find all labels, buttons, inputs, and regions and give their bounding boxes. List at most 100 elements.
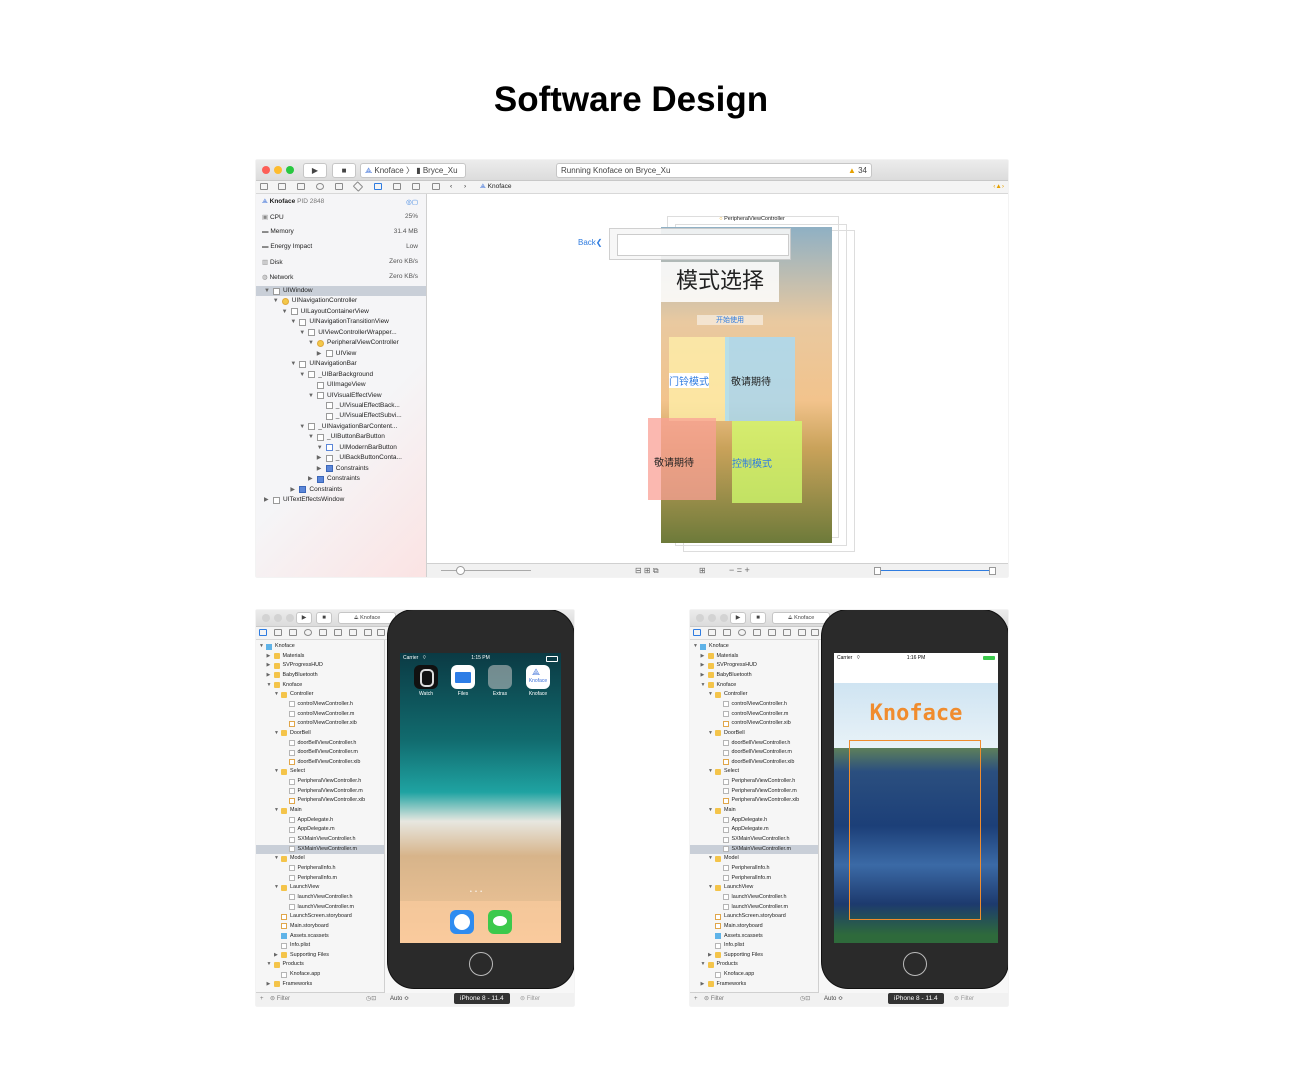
watch-app-icon[interactable] <box>414 665 438 689</box>
hierarchy-row[interactable]: ▼ _UIModernBarButton <box>256 443 426 453</box>
source-control-icon[interactable] <box>274 629 282 636</box>
gauge-disk[interactable]: ▥ Disk Zero KB/s <box>262 258 418 272</box>
gauge-network[interactable]: ◍ Network Zero KB/s <box>262 273 418 287</box>
hierarchy-row[interactable]: _UIVisualEffectBack... <box>256 401 426 411</box>
disclosure-triangle-icon[interactable]: ▼ <box>317 443 323 453</box>
hierarchy-row[interactable]: ▼ _UIButtonBarButton <box>256 432 426 442</box>
warning-badge[interactable]: ▲ 34 <box>848 164 867 177</box>
add-icon[interactable]: + <box>260 993 264 1006</box>
disclosure-triangle-icon[interactable]: ▼ <box>308 432 314 442</box>
zoom-window-button[interactable] <box>286 166 294 174</box>
folder-icon[interactable] <box>693 629 701 636</box>
file-row[interactable]: PeripheralViewController.m <box>690 787 818 796</box>
disclosure-triangle-icon[interactable]: ▼ <box>274 883 279 892</box>
hierarchy-row[interactable]: ▼ UIWindow <box>256 286 426 296</box>
scheme-selector[interactable]: ⟁ Knoface <box>772 612 830 624</box>
start-button[interactable]: 开始使用 <box>697 315 763 325</box>
run-button[interactable]: ▶ <box>730 612 746 624</box>
search-icon[interactable] <box>316 183 324 190</box>
coming-soon-tile[interactable]: 敬请期待 <box>648 418 716 500</box>
file-row[interactable]: LaunchScreen.storyboard <box>690 912 818 921</box>
test-icon[interactable] <box>768 629 776 636</box>
disclosure-triangle-icon[interactable]: ▼ <box>299 328 305 338</box>
scheme-selector[interactable]: ⟁ Knoface <box>338 612 396 624</box>
file-row[interactable]: controlViewController.h <box>690 700 818 709</box>
recent-filter-icon[interactable]: ◷⊡ <box>366 993 376 1006</box>
file-row[interactable]: ▼ DoorBell <box>256 729 384 738</box>
debug-icon[interactable] <box>783 629 791 636</box>
file-row[interactable]: doorBellViewController.xib <box>690 758 818 767</box>
file-row[interactable]: controlViewController.xib <box>690 719 818 728</box>
hierarchy-row[interactable]: ▶ Constraints <box>256 474 426 484</box>
file-row[interactable]: ▼ Controller <box>256 690 384 699</box>
add-icon[interactable]: + <box>694 993 698 1006</box>
forward-arrow-icon[interactable]: › <box>464 181 466 193</box>
file-row[interactable]: ▶ Supporting Files <box>690 951 818 960</box>
hierarchy-row[interactable]: ▼ PeripheralViewController <box>256 338 426 348</box>
file-row[interactable]: LaunchScreen.storyboard <box>256 912 384 921</box>
disclosure-triangle-icon[interactable]: ▼ <box>273 296 279 306</box>
hierarchy-row[interactable]: ▼ UINavigationBar <box>256 359 426 369</box>
file-row[interactable]: PeripheralViewController.xib <box>256 796 384 805</box>
disclosure-triangle-icon[interactable]: ▼ <box>701 960 706 969</box>
close-window-button[interactable] <box>262 166 270 174</box>
file-row[interactable]: launchViewController.m <box>256 903 384 912</box>
auto-selector[interactable]: Auto ≎ <box>390 993 409 1006</box>
hierarchy-row[interactable]: ▼ UINavigationController <box>256 296 426 306</box>
disclosure-triangle-icon[interactable]: ▶ <box>317 464 322 474</box>
debug-icon[interactable] <box>349 629 357 636</box>
file-row[interactable]: PeripheralInfo.m <box>690 874 818 883</box>
disclosure-triangle-icon[interactable]: ▼ <box>274 767 279 776</box>
file-row[interactable]: ▼ Main <box>256 806 384 815</box>
hierarchy-row[interactable]: ▶ Constraints <box>256 485 426 495</box>
gauge-memory[interactable]: ▬ Memory 31.4 MB <box>262 228 418 242</box>
home-screen[interactable]: Carrier ⌔ 1:15 PM Watch Files Extras ⟁ K… <box>400 653 561 943</box>
breakpoint-icon[interactable] <box>798 629 806 636</box>
safari-app-icon[interactable] <box>450 910 474 934</box>
search-icon[interactable] <box>738 629 746 636</box>
disclosure-triangle-icon[interactable]: ▶ <box>701 671 705 680</box>
debug-icon[interactable] <box>374 183 382 190</box>
disclosure-triangle-icon[interactable]: ▼ <box>259 642 264 651</box>
file-row[interactable]: SXMainViewController.h <box>690 835 818 844</box>
hierarchy-row[interactable]: ▼ _UINavigationBarContent... <box>256 422 426 432</box>
disclosure-triangle-icon[interactable]: ▶ <box>267 671 271 680</box>
file-row[interactable]: AppDelegate.h <box>690 816 818 825</box>
hierarchy-row[interactable]: ▼ UILayoutContainerView <box>256 307 426 317</box>
file-row[interactable]: ▼ Main <box>690 806 818 815</box>
run-button[interactable]: ▶ <box>296 612 312 624</box>
disclosure-triangle-icon[interactable]: ▼ <box>267 960 272 969</box>
process-row[interactable]: ⟁ Knoface PID 2848 ◎▢ <box>262 198 418 212</box>
file-row[interactable]: ▶ Frameworks <box>256 980 384 989</box>
folder-icon[interactable] <box>260 183 268 190</box>
file-row[interactable]: controlViewController.m <box>690 710 818 719</box>
file-row[interactable]: PeripheralViewController.h <box>690 777 818 786</box>
gauge-energy[interactable]: ▬ Energy Impact Low <box>262 243 418 257</box>
file-row[interactable]: PeripheralInfo.h <box>690 864 818 873</box>
disclosure-triangle-icon[interactable]: ▼ <box>267 681 272 690</box>
file-row[interactable]: ▶ Materials <box>690 652 818 661</box>
symbol-icon[interactable] <box>723 629 731 636</box>
filter-field-right[interactable]: ⊜ Filter <box>520 995 540 1002</box>
folder-icon[interactable] <box>259 629 267 636</box>
disclosure-triangle-icon[interactable]: ▼ <box>274 690 279 699</box>
stop-button[interactable]: ■ <box>316 612 332 624</box>
spacing-slider[interactable] <box>441 570 531 571</box>
file-row[interactable]: SXMainViewController.h <box>256 835 384 844</box>
file-row[interactable]: ▼ Products <box>256 960 384 969</box>
issue-icon[interactable] <box>753 629 761 636</box>
extras-folder-icon[interactable] <box>488 665 512 689</box>
hierarchy-row[interactable]: ▶ UITextEffectsWindow <box>256 495 426 505</box>
launch-screen[interactable]: Carrier ⌔ 1:16 PM Knoface <box>834 653 998 943</box>
range-slider[interactable] <box>877 570 993 571</box>
file-row[interactable]: ▼ Knoface <box>256 681 384 690</box>
file-row[interactable]: Knoface.app <box>690 970 818 979</box>
disclosure-triangle-icon[interactable]: ▶ <box>317 453 322 463</box>
file-row[interactable]: Info.plist <box>256 941 384 950</box>
recent-filter-icon[interactable]: ◷⊡ <box>800 993 810 1006</box>
file-row[interactable]: controlViewController.xib <box>256 719 384 728</box>
file-row[interactable]: ▼ Knoface <box>690 642 818 651</box>
disclosure-triangle-icon[interactable]: ▼ <box>264 286 270 296</box>
file-row[interactable]: PeripheralViewController.m <box>256 787 384 796</box>
stop-button[interactable]: ■ <box>332 163 356 178</box>
